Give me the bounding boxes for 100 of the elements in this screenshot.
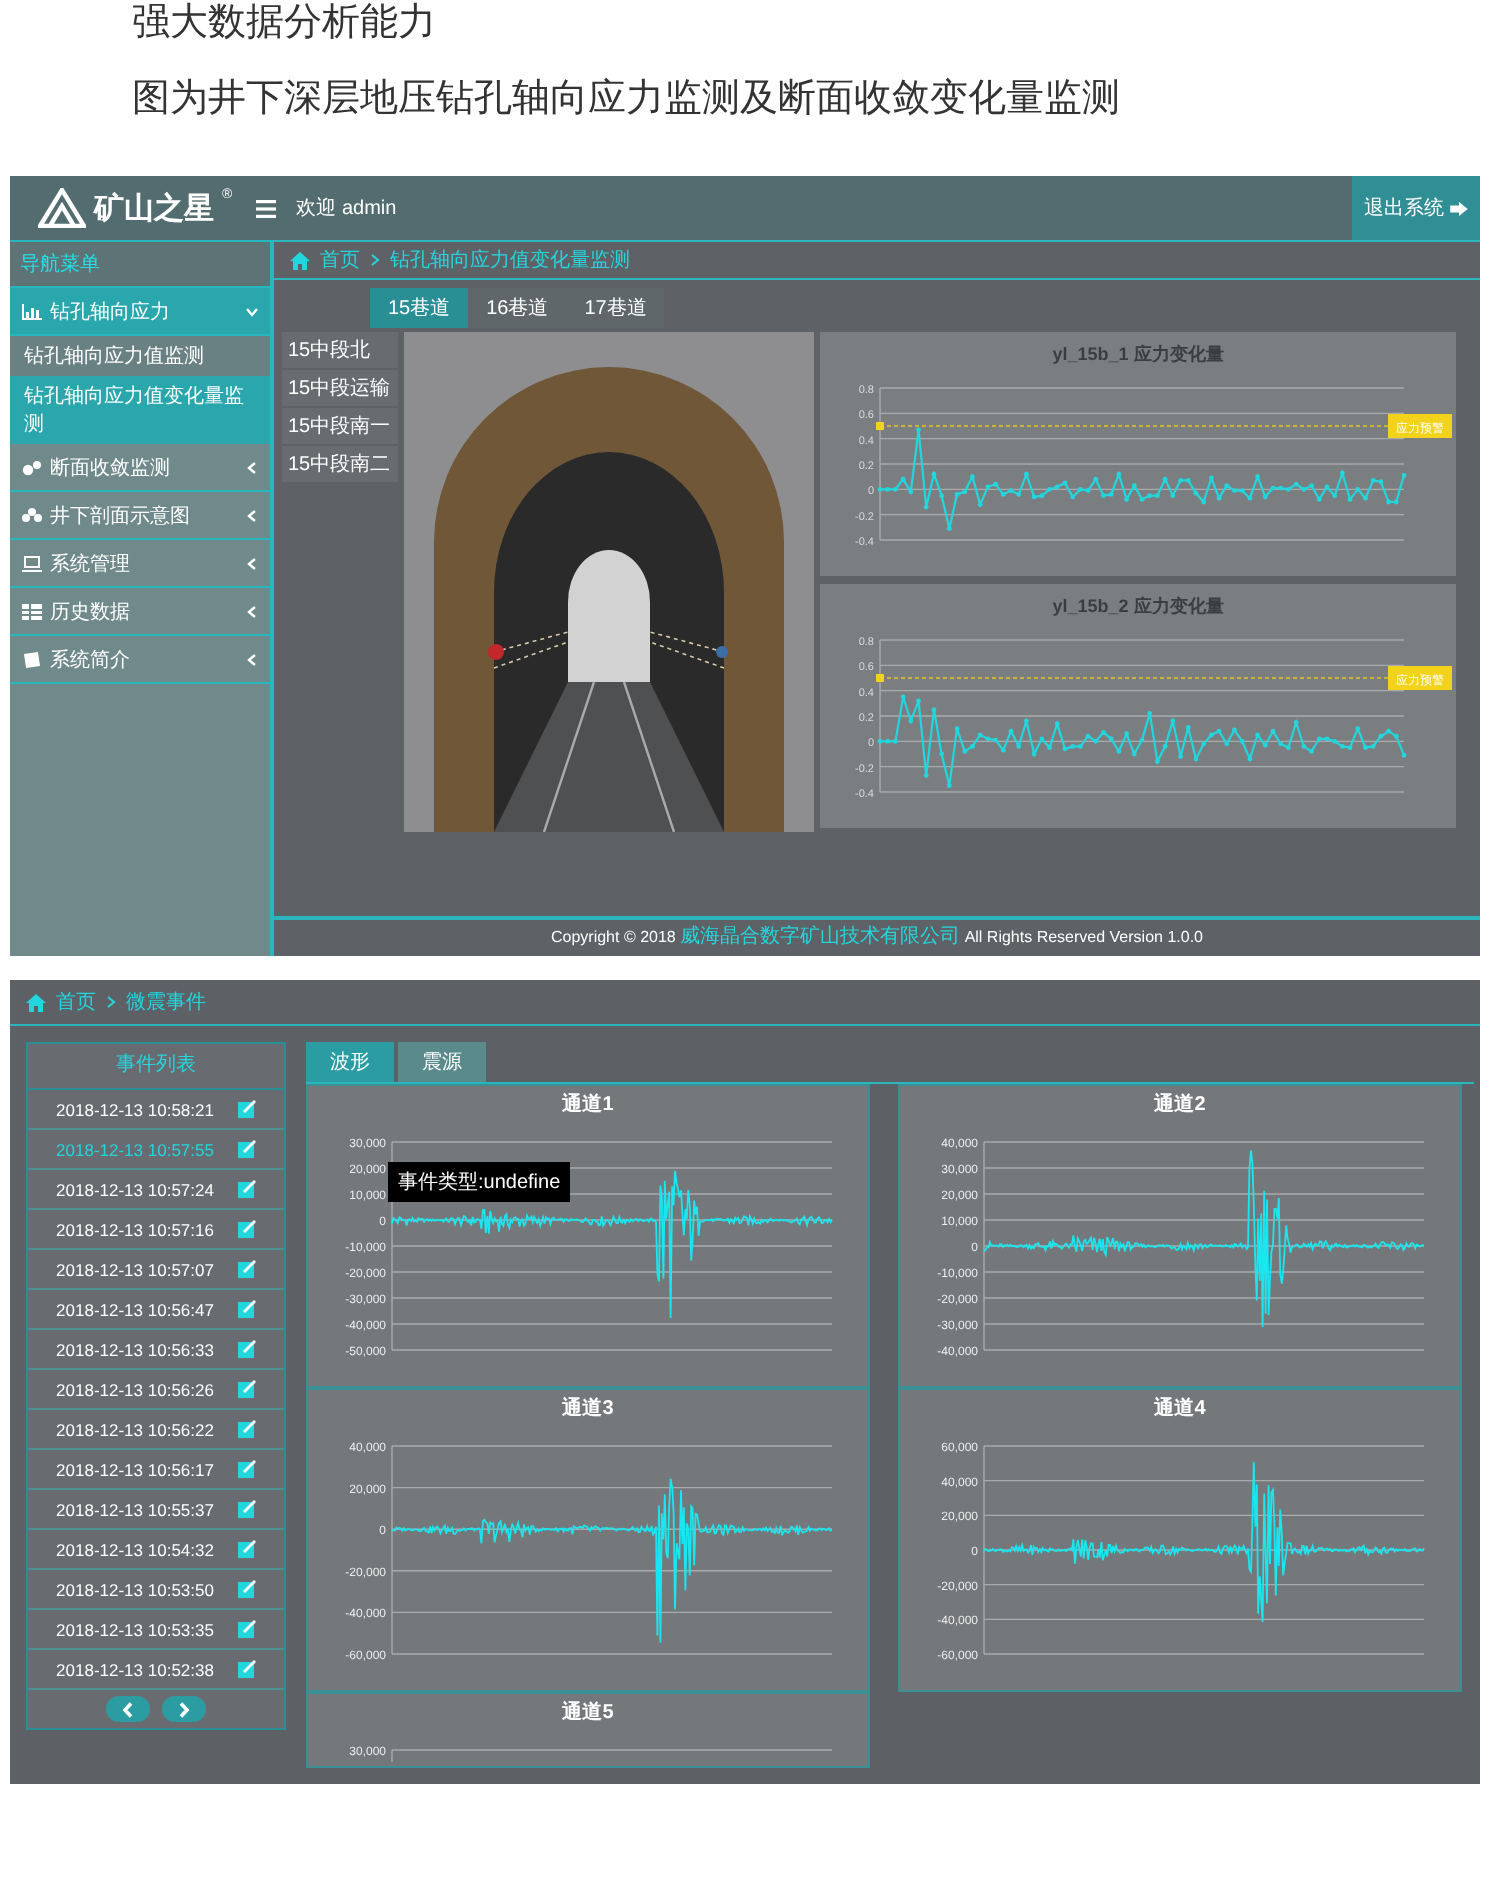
data-point [1316, 497, 1322, 502]
data-point [1262, 494, 1268, 500]
event-list-item[interactable]: 2018-12-13 10:52:38 [28, 1650, 284, 1690]
copyright-text: Copyright © 2018 威海晶合数字矿山技术有限公司 All Rights Reserved Version 1.0.0 [274, 916, 1480, 956]
nav-subitem[interactable]: 钻孔轴向应力值监测 [10, 336, 270, 376]
edit-icon[interactable] [237, 1380, 256, 1398]
nav-item[interactable]: 断面收敛监测 [10, 444, 270, 492]
edit-icon[interactable] [237, 1340, 256, 1358]
data-point [1116, 749, 1122, 754]
data-point [1131, 751, 1137, 757]
next-page-button[interactable] [162, 1696, 206, 1722]
location-list-item[interactable]: 15中段运输 [282, 370, 398, 406]
tab[interactable]: 16巷道 [468, 288, 567, 328]
event-list-item[interactable]: 2018-12-13 10:57:16 [28, 1210, 284, 1250]
event-list-item[interactable]: 2018-12-13 10:54:32 [28, 1530, 284, 1570]
data-point [1131, 483, 1137, 488]
data-point [923, 504, 929, 510]
laptop-icon [22, 555, 42, 571]
location-list-item[interactable]: 15中段南二 [282, 446, 398, 482]
data-point [1170, 493, 1176, 499]
threshold-marker-icon [876, 674, 884, 682]
data-point [1401, 752, 1407, 758]
edit-icon[interactable] [237, 1260, 256, 1278]
data-point [1024, 718, 1029, 724]
previous-page-button[interactable] [106, 1696, 150, 1722]
edit-icon[interactable] [237, 1100, 256, 1118]
data-point [1239, 738, 1245, 744]
data-point [970, 474, 975, 480]
chevron-icon [246, 557, 258, 569]
menu-icon[interactable] [256, 199, 277, 217]
heading: 图为井下深层地压钻孔轴向应力监测及断面收敛变化量监测 [132, 76, 1122, 124]
nav-item[interactable]: 钻孔轴向应力 [10, 288, 270, 336]
data-point [1255, 732, 1260, 738]
event-list-item[interactable]: 2018-12-13 10:56:33 [28, 1330, 284, 1370]
event-list-item[interactable]: 2018-12-13 10:58:21 [28, 1090, 284, 1130]
data-point [1162, 744, 1168, 749]
data-point [1093, 476, 1099, 482]
tab[interactable]: 17巷道 [566, 288, 665, 328]
chevron-icon [246, 305, 258, 317]
breadcrumb-link[interactable]: 首页 [320, 246, 360, 274]
edit-icon[interactable] [237, 1180, 256, 1198]
edit-icon[interactable] [237, 1460, 256, 1478]
edit-icon[interactable] [237, 1540, 256, 1558]
company-link[interactable]: 威海晶合数字矿山技术有限公司 [680, 926, 961, 948]
tab[interactable]: 15巷道 [370, 288, 469, 328]
data-point [1355, 726, 1361, 732]
data-point [1047, 745, 1052, 751]
breadcrumb-link[interactable]: 微震事件 [126, 988, 206, 1016]
location-list-item[interactable]: 15中段南一 [282, 408, 398, 444]
data-point [977, 502, 983, 507]
edit-icon[interactable] [237, 1580, 256, 1598]
event-list-item[interactable]: 2018-12-13 10:56:22 [28, 1410, 284, 1450]
breadcrumb-separator-icon [106, 996, 116, 1008]
tab[interactable]: 波形 [306, 1042, 394, 1082]
brand-name: 矿山之星 [94, 189, 214, 227]
event-list-item[interactable]: 2018-12-13 10:53:50 [28, 1570, 284, 1610]
data-point [939, 493, 945, 499]
edit-icon[interactable] [237, 1660, 256, 1678]
event-list-item[interactable]: 2018-12-13 10:57:24 [28, 1170, 284, 1210]
edit-icon[interactable] [237, 1420, 256, 1438]
logout-button[interactable]: 退出系统 [1352, 176, 1480, 240]
edit-icon[interactable] [237, 1620, 256, 1638]
nav-title: 导航菜单 [10, 242, 270, 288]
data-point [1347, 497, 1353, 502]
data-point [1332, 493, 1338, 499]
data-point [916, 427, 921, 433]
data-point [1162, 476, 1168, 482]
event-list-item[interactable]: 2018-12-13 10:57:55 [28, 1130, 284, 1170]
edit-icon[interactable] [237, 1300, 256, 1318]
edit-icon[interactable] [237, 1500, 256, 1518]
data-point [1201, 499, 1207, 505]
event-list-item[interactable]: 2018-12-13 10:55:37 [28, 1490, 284, 1530]
edit-icon[interactable] [237, 1140, 256, 1158]
nav-item[interactable]: 历史数据 [10, 588, 270, 636]
chevron-icon [246, 653, 258, 665]
tab[interactable]: 震源 [398, 1042, 486, 1082]
home-icon[interactable] [290, 251, 310, 269]
data-point [1124, 731, 1129, 737]
data-point [1339, 470, 1345, 476]
breadcrumb-link[interactable]: 首页 [56, 988, 96, 1016]
data-point [923, 773, 929, 778]
breadcrumb-link[interactable]: 钻孔轴向应力值变化量监测 [390, 246, 630, 274]
nav-item[interactable]: 系统简介 [10, 636, 270, 684]
data-point [939, 751, 945, 757]
data-point [931, 471, 937, 477]
waveform-title: 通道4 [1152, 1395, 1208, 1424]
location-list-item[interactable]: 15中段北 [282, 332, 398, 368]
event-list-item[interactable]: 2018-12-13 10:57:07 [28, 1250, 284, 1290]
nav-item[interactable]: 井下剖面示意图 [10, 492, 270, 540]
edit-icon[interactable] [237, 1220, 256, 1238]
data-point [1000, 747, 1006, 753]
event-list-item[interactable]: 2018-12-13 10:56:17 [28, 1450, 284, 1490]
event-list-item[interactable]: 2018-12-13 10:56:26 [28, 1370, 284, 1410]
event-list-title: 事件列表 [28, 1044, 284, 1090]
event-list-item[interactable]: 2018-12-13 10:53:35 [28, 1610, 284, 1650]
nav-subitem[interactable]: 钻孔轴向应力值变化量监测 [10, 376, 270, 444]
nav-item[interactable]: 系统管理 [10, 540, 270, 588]
home-icon[interactable] [26, 993, 46, 1011]
mountain-logo-icon [38, 188, 86, 228]
event-list-item[interactable]: 2018-12-13 10:56:47 [28, 1290, 284, 1330]
